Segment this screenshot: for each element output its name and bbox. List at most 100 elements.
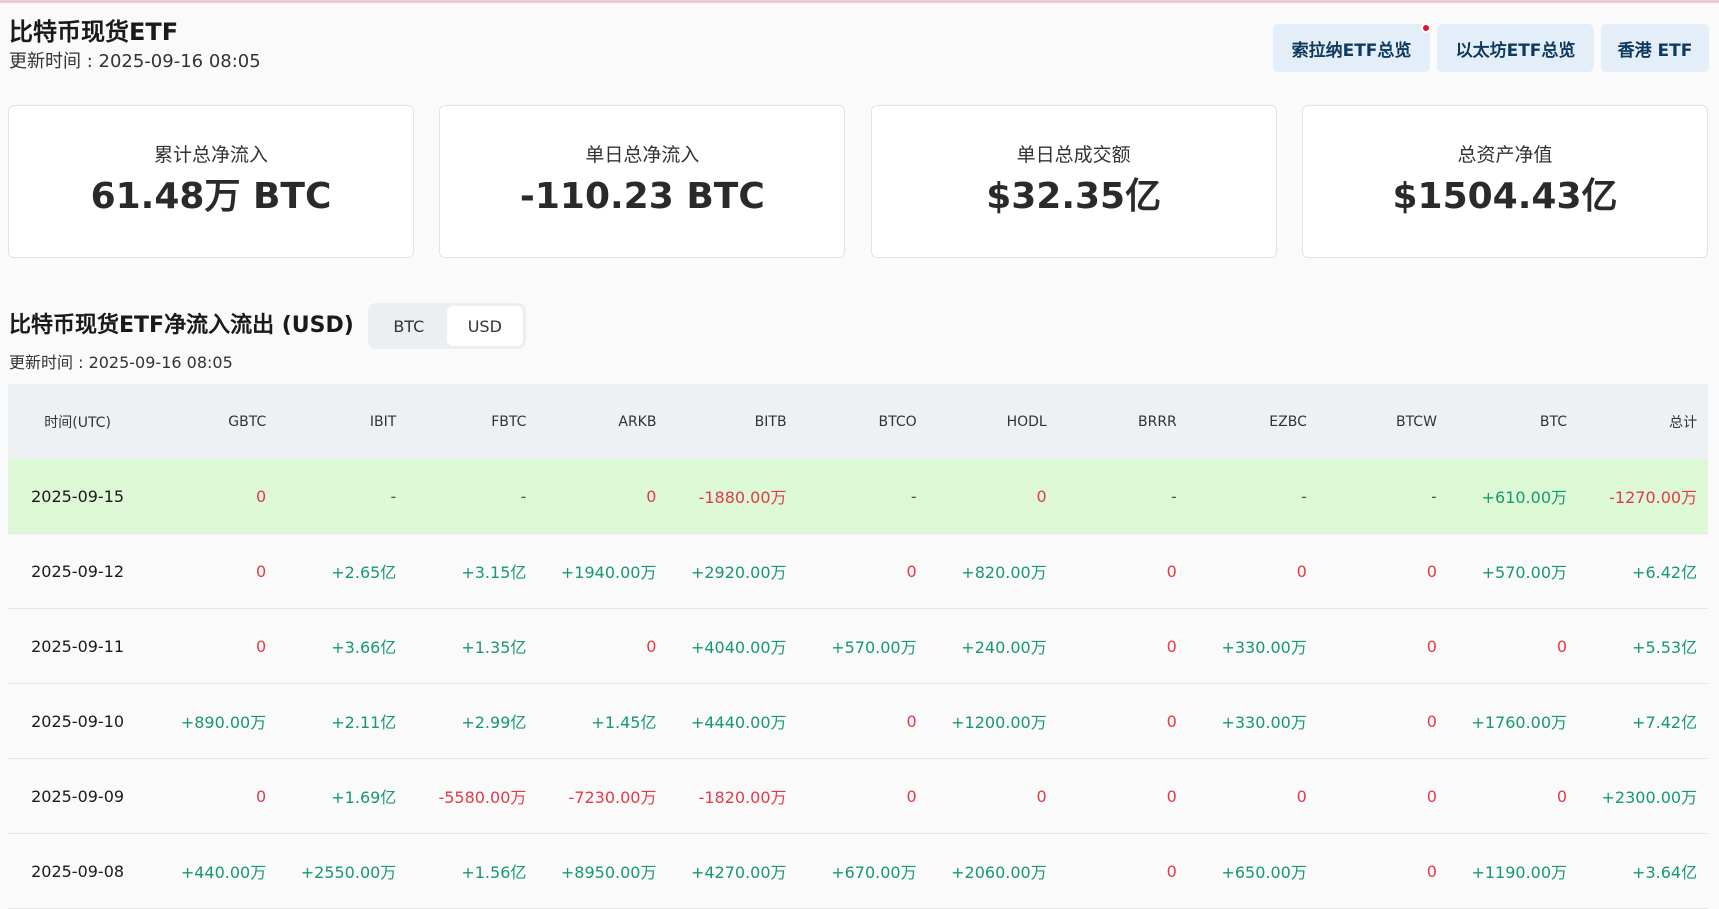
stat-card-cumulative-inflow: 累计总净流入 61.48万 BTC	[8, 105, 414, 258]
table-header-cell: GBTC	[228, 413, 267, 430]
table-cell-date: 2025-09-09	[31, 786, 125, 806]
stat-value: -110.23 BTC	[519, 175, 765, 217]
table-cell-value: +670.00万	[831, 863, 917, 882]
hongkong-etf-button[interactable]: 香港 ETF	[1601, 24, 1709, 72]
stat-value: $32.35亿	[986, 175, 1162, 217]
table-cell-value: 0	[1166, 861, 1177, 881]
table-header-cell: BTCW	[1395, 413, 1437, 430]
flows-table: 时间(UTC) GBTC IBIT FBTC ARKB BITB BTCO HODL BRRR E…	[8, 384, 1708, 909]
table-cell-value: 0	[256, 561, 267, 581]
table-cell-value: +3.64亿	[1632, 863, 1698, 882]
stat-card-daily-volume: 单日总成交额 $32.35亿	[870, 105, 1277, 258]
table-cell-value: 0	[1166, 636, 1177, 656]
table-header-cell: IBIT	[369, 413, 397, 430]
table-cell-value: +2.11亿	[331, 713, 397, 732]
table-cell-value: +330.00万	[1221, 713, 1307, 732]
table-cell-value: -	[390, 486, 397, 506]
stats-cards: 累计总净流入 61.48万 BTC 单日总净流入 -110.23 BTC 单日总…	[8, 105, 1708, 258]
table-cell-value: +1.35亿	[461, 638, 527, 657]
table-cell-value: -	[520, 486, 527, 506]
table-cell-date: 2025-09-08	[31, 861, 125, 881]
table-cell-value: +7.42亿	[1632, 713, 1698, 732]
table-cell-value: -7230.00万	[568, 788, 657, 807]
table-cell-value: 0	[646, 486, 657, 506]
table-row: 2025-09-09 0 +1.69亿 -5580.00万 -7230.00万 -1820…	[8, 759, 1708, 834]
table-row: 2025-09-15 0 - - 0 -1880.00万 - 0 - - - +610.00万 -127…	[8, 459, 1708, 534]
table-cell-value: +1.45亿	[591, 713, 657, 732]
stat-label: 累计总净流入	[153, 143, 268, 166]
table-cell-value: 0	[1426, 636, 1437, 656]
table-cell-value: +1190.00万	[1471, 863, 1568, 882]
table-cell-value: +3.15亿	[461, 563, 527, 582]
table-cell-value: 0	[906, 561, 917, 581]
table-cell-value: 0	[1296, 786, 1307, 806]
table-cell-value: -1820.00万	[698, 788, 787, 807]
table-cell-value: +8950.00万	[560, 863, 657, 882]
table-cell-value: +2300.00万	[1601, 788, 1698, 807]
currency-toggle: BTC USD	[367, 303, 526, 349]
notification-dot-icon	[1421, 23, 1431, 33]
stat-label: 单日总成交额	[1016, 143, 1131, 166]
table-cell-value: 0	[1556, 636, 1568, 656]
table-cell-value: 0	[1036, 486, 1047, 506]
table-cell-value: 0	[256, 636, 267, 656]
table-cell-value: 0	[1166, 711, 1177, 731]
table-cell-value: 0	[1166, 561, 1177, 581]
page-header: 比特币现货ETF 更新时间 : 2025-09-16 08:05	[9, 16, 261, 76]
stat-label: 单日总净流入	[585, 143, 700, 166]
table-cell-value: +5.53亿	[1632, 638, 1698, 657]
table-cell-value: 0	[1556, 786, 1568, 806]
stat-card-daily-inflow: 单日总净流入 -110.23 BTC	[439, 105, 846, 258]
table-cell-date: 2025-09-11	[31, 636, 125, 656]
table-header-cell: EZBC	[1269, 413, 1307, 430]
flows-section-title: 比特币现货ETF净流入流出 (USD)	[9, 313, 354, 338]
solana-etf-button-label: 索拉纳ETF总览	[1291, 40, 1412, 61]
ethereum-etf-button[interactable]: 以太坊ETF总览	[1437, 24, 1594, 72]
table-cell-value: +1.69亿	[331, 788, 397, 807]
table-cell-value: 0	[1296, 561, 1307, 581]
table-row: 2025-09-12 0 +2.65亿 +3.15亿 +1940.00万 +2920.00…	[8, 534, 1708, 609]
table-body: 2025-09-15 0 - - 0 -1880.00万 - 0 - - - +610.00万 -127…	[8, 459, 1708, 909]
table-header-cell: ARKB	[618, 413, 657, 430]
toggle-btc-button[interactable]: BTC	[371, 306, 447, 346]
table-cell-date: 2025-09-10	[31, 711, 125, 731]
toggle-usd-button[interactable]: USD	[446, 306, 523, 346]
table-cell-value: +2550.00万	[300, 863, 397, 882]
table-row: 2025-09-08 +440.00万 +2550.00万 +1.56亿 +8950.0…	[8, 834, 1708, 909]
table-cell-date: 2025-09-15	[31, 486, 125, 506]
table-cell-value: -1880.00万	[698, 488, 787, 507]
table-cell-value: 0	[1426, 786, 1437, 806]
table-cell-value: -	[1171, 486, 1177, 506]
table-cell-value: +2.65亿	[331, 563, 397, 582]
stat-label: 总资产净值	[1457, 143, 1553, 166]
table-cell-date: 2025-09-12	[31, 561, 125, 581]
table-cell-value: +650.00万	[1221, 863, 1307, 882]
table-cell-value: +240.00万	[961, 638, 1047, 657]
table-row: 2025-09-10 +890.00万 +2.11亿 +2.99亿 +1.45亿 +444…	[8, 684, 1708, 759]
hongkong-etf-button-label: 香港 ETF	[1617, 40, 1693, 61]
page-title: 比特币现货ETF	[9, 18, 179, 46]
table-cell-value: +610.00万	[1481, 488, 1568, 507]
table-header-cell: HODL	[1006, 413, 1047, 430]
table-cell-value: +6.42亿	[1632, 563, 1698, 582]
update-time: 更新时间 : 2025-09-16 08:05	[9, 51, 261, 72]
table-cell-value: +3.66亿	[331, 638, 397, 657]
table-header-cell: BRRR	[1137, 413, 1177, 430]
solana-etf-button[interactable]: 索拉纳ETF总览	[1273, 23, 1431, 72]
table-cell-value: -	[910, 486, 917, 506]
flows-update-time: 更新时间 : 2025-09-16 08:05	[9, 353, 233, 372]
table-header-cell: BTC	[1539, 413, 1568, 430]
table-cell-value: +1200.00万	[951, 713, 1047, 732]
table-cell-value: +1940.00万	[560, 563, 657, 582]
table-cell-value: +4270.00万	[690, 863, 787, 882]
table-cell-value: +2060.00万	[951, 863, 1047, 882]
nav-buttons: 索拉纳ETF总览 以太坊ETF总览 香港 ETF	[1273, 23, 1709, 72]
table-cell-value: -1270.00万	[1609, 488, 1698, 507]
table-cell-value: +1.56亿	[461, 863, 527, 882]
table-cell-value: +890.00万	[180, 713, 267, 732]
table-cell-value: +4440.00万	[690, 713, 787, 732]
table-header-cell: 时间(UTC)	[44, 414, 111, 431]
table-cell-value: -5580.00万	[438, 788, 527, 807]
table-cell-value: 0	[906, 711, 917, 731]
top-accent-line	[0, 0, 1719, 3]
